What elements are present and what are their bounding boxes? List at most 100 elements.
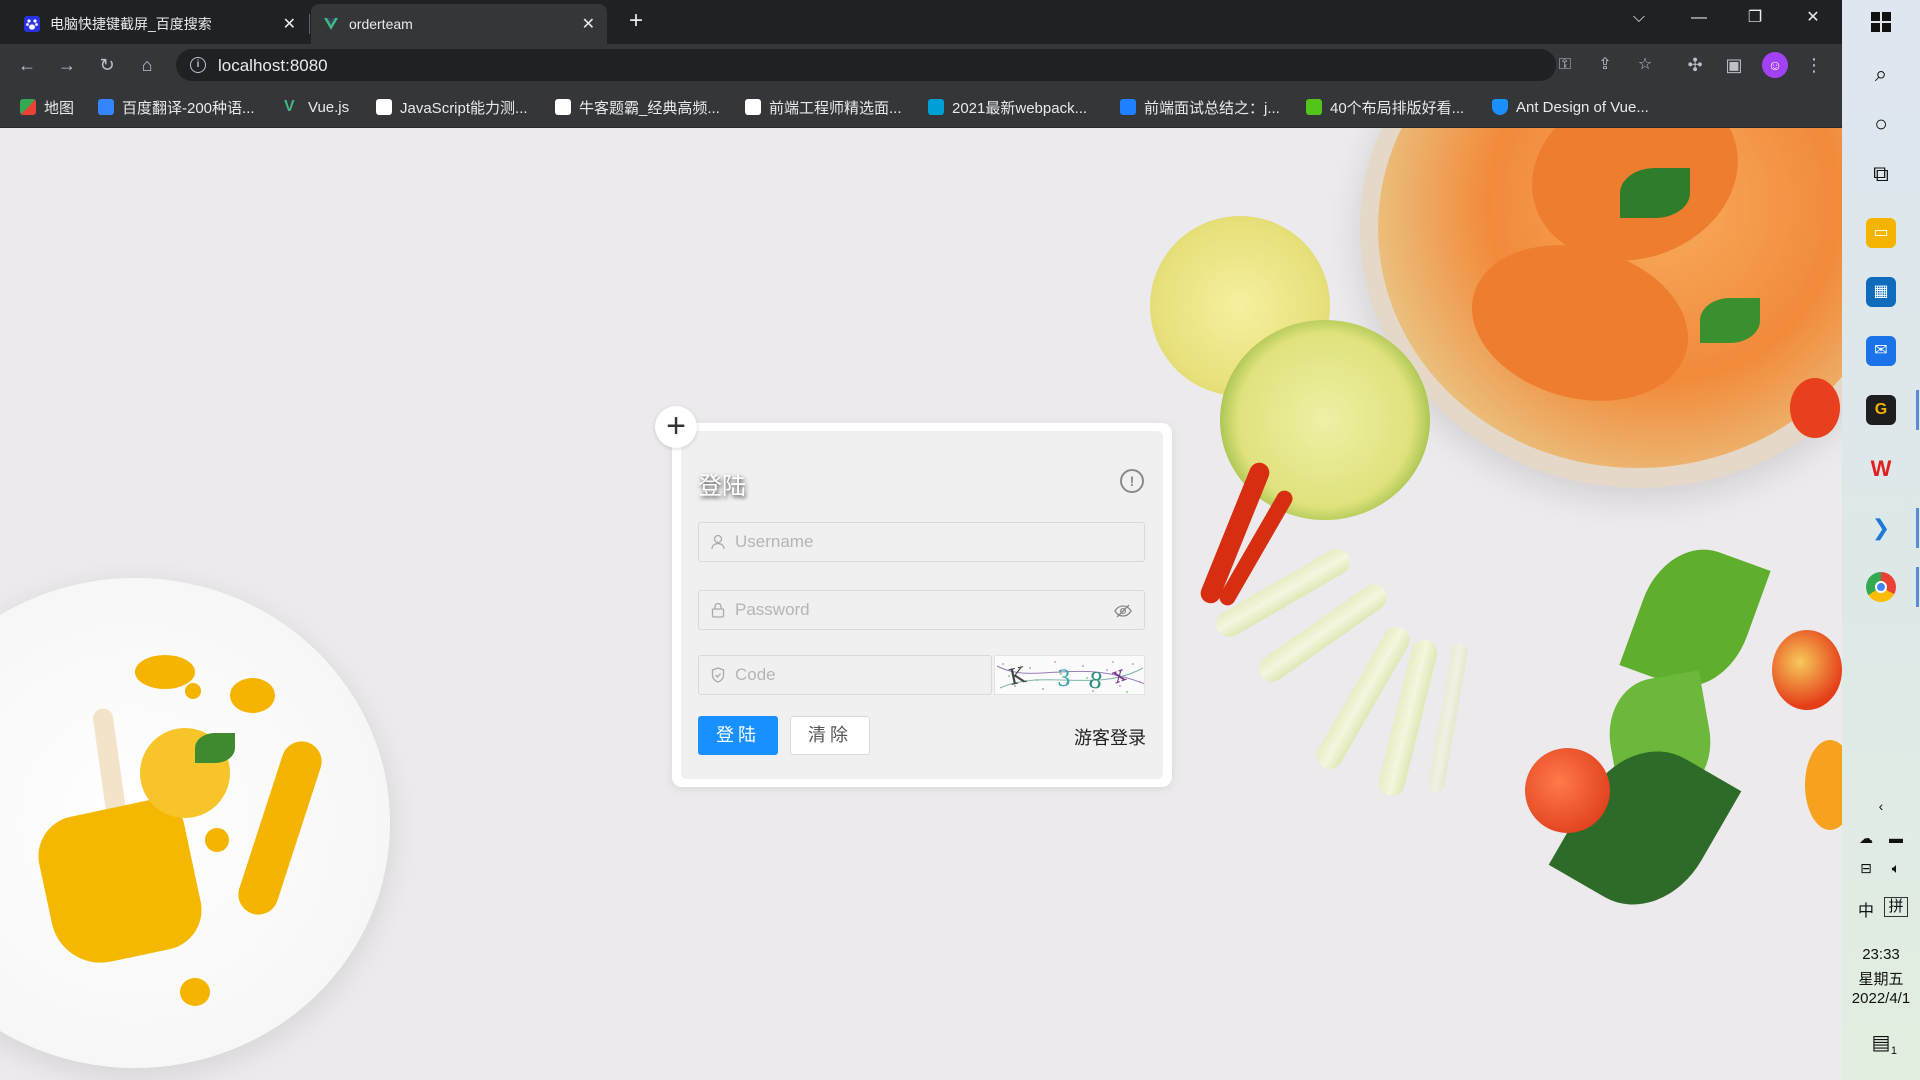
username-input[interactable]	[735, 532, 1095, 552]
bookmark-item[interactable]: 百度翻译-200种语...	[98, 97, 255, 117]
tab-divider	[309, 14, 310, 34]
vue-logo-icon: V	[284, 98, 295, 115]
tab-baidu-search[interactable]: 电脑快捷键截屏_百度搜索 ✕	[12, 4, 308, 44]
clock-weekday[interactable]: 星期五	[1842, 968, 1920, 989]
back-arrow-icon[interactable]: ←	[15, 53, 39, 77]
bookmark-item[interactable]: Ant Design of Vue...	[1492, 97, 1649, 117]
share-icon[interactable]: ⇪	[1594, 54, 1616, 76]
code-input[interactable]	[735, 665, 975, 685]
notification-center-icon[interactable]: ▤ 1	[1867, 1030, 1897, 1057]
mail-icon[interactable]: ✉	[1866, 336, 1896, 366]
task-view-icon[interactable]: ⧉	[1865, 158, 1897, 190]
profile-avatar[interactable]: ☺	[1762, 52, 1788, 78]
nowcoder-icon	[376, 99, 392, 115]
user-icon	[711, 534, 725, 550]
tab-search-chevron-icon[interactable]: ⌵	[1612, 0, 1666, 36]
chrome-icon[interactable]	[1866, 572, 1896, 602]
tab-title: orderteam	[349, 16, 413, 32]
captcha-image[interactable]: K 3 8 x	[994, 655, 1145, 695]
grammarly-g-icon[interactable]: G	[1866, 395, 1896, 425]
bookmark-item[interactable]: V Vue.js	[284, 97, 349, 117]
mango-sauce-image	[230, 678, 275, 713]
green-doc-icon	[1306, 99, 1322, 115]
restore-icon[interactable]: ❐	[1728, 0, 1782, 36]
guest-login-link[interactable]: 游客登录	[1074, 724, 1146, 750]
file-explorer-icon[interactable]: ▭	[1866, 218, 1896, 248]
bookmark-star-icon[interactable]: ☆	[1634, 54, 1656, 76]
close-icon[interactable]: ✕	[283, 14, 296, 34]
menu-dots-icon[interactable]: ⋮	[1802, 53, 1826, 77]
tomato-image	[1790, 378, 1840, 438]
close-icon[interactable]: ✕	[582, 14, 595, 34]
password-field[interactable]	[698, 590, 1145, 630]
captcha-noise-graphic: K 3 8 x	[996, 661, 1144, 694]
plus-icon[interactable]: +	[655, 406, 697, 448]
address-bar[interactable]: i localhost:8080 ⚿ ⇪ ☆	[176, 49, 1652, 81]
password-input[interactable]	[735, 600, 1095, 620]
windows-start-icon[interactable]	[1865, 6, 1897, 38]
clock-date[interactable]: 2022/4/1	[1842, 990, 1920, 1007]
bookmark-item[interactable]: 地图	[20, 97, 74, 117]
microsoft-store-icon[interactable]: ▦	[1866, 277, 1896, 307]
mint-leaf-image	[195, 733, 235, 763]
bookmark-item[interactable]: 前端面试总结之：j...	[1120, 97, 1280, 117]
bookmark-item[interactable]: 前端工程师精选面...	[745, 97, 902, 117]
show-hidden-chevron-icon[interactable]: ‹	[1869, 798, 1893, 814]
tab-orderteam[interactable]: orderteam ✕	[311, 4, 607, 44]
code-field[interactable]	[698, 655, 992, 695]
reload-icon[interactable]: ↻	[95, 53, 119, 77]
yellow-tomato-image	[1805, 740, 1842, 830]
bookmarks-bar: 地图 百度翻译-200种语... V Vue.js JavaScript能力测..…	[0, 86, 1842, 128]
tomato-half-image	[1772, 630, 1842, 710]
maps-icon	[20, 99, 36, 115]
password-key-icon[interactable]: ⚿	[1554, 54, 1576, 76]
juejin-icon	[1120, 99, 1136, 115]
bookmark-item[interactable]: 2021最新webpack...	[928, 97, 1087, 117]
vscode-icon[interactable]: ❯	[1866, 513, 1896, 543]
forward-arrow-icon[interactable]: →	[55, 53, 79, 77]
cortana-circle-icon[interactable]: ○	[1865, 108, 1897, 140]
volume-icon[interactable]: 🔈︎	[1884, 860, 1908, 877]
ime-mode-indicator[interactable]: 拼	[1884, 897, 1908, 917]
herb-leaf-image	[1700, 298, 1760, 343]
extensions-puzzle-icon[interactable]: ✣	[1683, 53, 1707, 77]
search-icon[interactable]: ⌕	[1865, 58, 1897, 90]
mango-sauce-image	[135, 655, 195, 689]
clear-button[interactable]: 清除	[790, 716, 870, 755]
new-tab-button[interactable]: +	[622, 8, 650, 36]
login-button[interactable]: 登陆	[698, 716, 778, 755]
bookmark-item[interactable]: 40个布局排版好看...	[1306, 97, 1464, 117]
svg-text:3: 3	[1057, 667, 1071, 692]
wps-office-icon[interactable]: W	[1866, 454, 1896, 484]
info-icon[interactable]: !	[1120, 469, 1144, 493]
taskbar-active-indicator	[1916, 508, 1919, 548]
window-close-icon[interactable]: ✕	[1786, 0, 1840, 36]
onedrive-cloud-icon[interactable]: ☁	[1854, 830, 1878, 847]
cherry-tomato-image	[1525, 748, 1610, 833]
vue-logo-icon	[324, 18, 338, 30]
mango-sauce-image	[180, 978, 210, 1006]
bilibili-tv-icon	[928, 99, 944, 115]
ime-language-indicator[interactable]: 中	[1854, 897, 1878, 921]
baidu-translate-icon	[98, 99, 114, 115]
url-text[interactable]: localhost:8080	[218, 56, 328, 76]
eye-invisible-icon[interactable]	[1114, 602, 1132, 620]
side-panel-icon[interactable]: ▣	[1722, 53, 1746, 77]
herb-leaf-image	[1620, 168, 1690, 218]
login-title: 登陆	[698, 473, 746, 500]
clock-time[interactable]: 23:33	[1842, 946, 1920, 963]
nowcoder-icon	[745, 99, 761, 115]
site-info-icon[interactable]: i	[190, 57, 206, 73]
battery-icon[interactable]: ▬	[1884, 830, 1908, 846]
home-icon[interactable]: ⌂	[135, 53, 159, 77]
tab-title: 电脑快捷键截屏_百度搜索	[50, 16, 212, 32]
notification-count: 1	[1890, 1045, 1897, 1057]
minimize-icon[interactable]: —	[1672, 0, 1726, 36]
username-field[interactable]	[698, 522, 1145, 562]
network-icon[interactable]: ⊟	[1854, 860, 1878, 877]
browser-toolbar: ← → ↻ ⌂ i localhost:8080 ⚿ ⇪ ☆ ✣ ▣ ☺ ⋮	[0, 44, 1842, 86]
antd-shield-icon	[1492, 99, 1508, 115]
bookmark-item[interactable]: 牛客题霸_经典高频...	[555, 97, 720, 117]
bookmark-item[interactable]: JavaScript能力测...	[376, 97, 528, 117]
mango-sauce-image	[185, 683, 201, 699]
